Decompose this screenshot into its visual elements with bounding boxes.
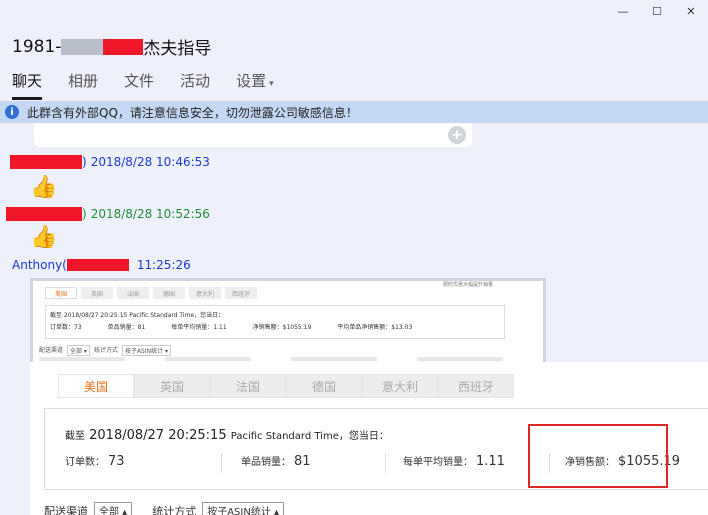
- tab-album[interactable]: 相册: [68, 70, 98, 100]
- mini-summary-box: 截至 2018/08/27 20:25:15 Pacific Standard …: [45, 305, 505, 339]
- highlight-box: [528, 424, 668, 488]
- tab-chat[interactable]: 聊天: [12, 70, 43, 100]
- mini-note: 限时优惠大幅提升销量: [442, 282, 493, 288]
- window-controls: — ☐ ✕: [606, 0, 708, 22]
- mini-filter: 配送渠道 全部 ▾ 统计方式 按子ASIN统计 ▾: [39, 345, 172, 356]
- stat-units: 单品销量： 81: [241, 454, 311, 469]
- minimize-button[interactable]: —: [606, 0, 640, 22]
- stat-avg-units: 每单平均销量： 1.11: [403, 454, 505, 469]
- sender-redaction: [6, 207, 82, 221]
- maximize-button[interactable]: ☐: [640, 0, 674, 22]
- thumbs-up-icon: 👍: [30, 225, 58, 250]
- redaction: [73, 38, 104, 55]
- mini-tabs: 美国 英国 法国 德国 意大利 西班牙: [45, 287, 257, 299]
- message-header: ) 2018/8/28 10:46:53: [10, 155, 210, 169]
- zoom-in-icon[interactable]: +: [448, 126, 466, 144]
- redaction: [61, 38, 74, 55]
- sender-redaction: [66, 259, 129, 271]
- date-line: 截至 2018/08/27 20:25:15 Pacific Standard …: [65, 428, 389, 443]
- tab-settings[interactable]: 设置 ▾: [236, 70, 274, 100]
- tab-files[interactable]: 文件: [124, 70, 154, 100]
- redaction: [103, 38, 144, 55]
- marketplace-tabs: 美国 英国 法国 德国 意大利 西班牙: [58, 374, 514, 398]
- security-banner: i 此群含有外部QQ，请注意信息安全，切勿泄露公司敏感信息！: [0, 101, 708, 123]
- caret-down-icon: ▾: [269, 79, 274, 89]
- stat-orders: 订单数： 73: [65, 454, 125, 469]
- sender-redaction: [10, 155, 82, 169]
- message-time: 2018/8/28 10:46:53: [90, 155, 210, 169]
- zoomed-image[interactable]: 美国 英国 法国 德国 意大利 西班牙 截至 2018/08/27 20:25:…: [30, 362, 708, 515]
- message-header: ) 2018/8/28 10:52:56: [6, 207, 210, 221]
- mini-table-placeholder: [39, 357, 503, 361]
- message-time: 2018/8/28 10:52:56: [90, 207, 210, 221]
- close-button[interactable]: ✕: [674, 0, 708, 22]
- info-icon: i: [5, 105, 19, 119]
- message-header: Anthony( 11:25:26: [12, 258, 191, 272]
- filter-row: 配送渠道 全部 ▴ 统计方式 按子ASIN统计 ▴: [44, 502, 285, 515]
- tab-activity[interactable]: 活动: [180, 70, 210, 100]
- thumbs-up-icon: 👍: [30, 175, 58, 200]
- page-title: 1981- 杰夫指导: [12, 36, 212, 60]
- previous-message-card: +: [34, 123, 472, 147]
- message-time: 11:25:26: [136, 258, 191, 272]
- tab-bar: 聊天 相册 文件 活动 设置 ▾: [12, 70, 274, 100]
